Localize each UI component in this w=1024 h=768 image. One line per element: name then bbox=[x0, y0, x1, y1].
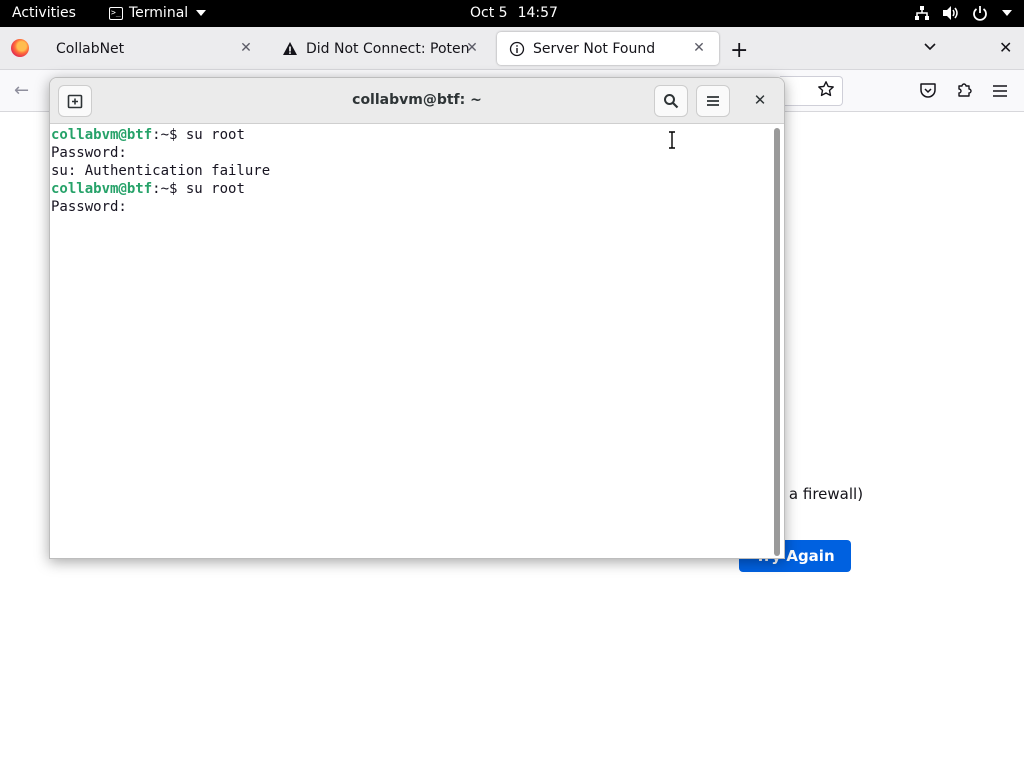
terminal-line: Password: bbox=[51, 144, 774, 162]
activities-button[interactable]: Activities bbox=[12, 5, 76, 21]
line-text: su: Authentication failure bbox=[51, 163, 271, 179]
info-icon bbox=[509, 41, 525, 57]
search-icon bbox=[664, 94, 679, 109]
terminal-scrollbar[interactable] bbox=[774, 128, 780, 556]
terminal-app-icon: >_ bbox=[109, 6, 123, 20]
firefox-logo-icon[interactable] bbox=[11, 39, 29, 57]
tab-did-not-connect[interactable]: Did Not Connect: Potenti ✕ bbox=[270, 32, 492, 65]
terminal-line: su: Authentication failure bbox=[51, 162, 774, 180]
menu-button[interactable] bbox=[696, 85, 730, 117]
extensions-puzzle-icon[interactable] bbox=[956, 81, 974, 103]
clock[interactable]: Oct 5 14:57 bbox=[470, 5, 558, 21]
tab-server-not-found[interactable]: Server Not Found ✕ bbox=[497, 32, 719, 65]
app-menu-label: Terminal bbox=[129, 5, 189, 21]
chevron-down-icon bbox=[924, 43, 936, 51]
chevron-down-icon bbox=[196, 10, 207, 16]
firefox-tab-strip: CollabNet ✕ Did Not Connect: Potenti ✕ S… bbox=[0, 27, 1024, 70]
warning-icon bbox=[282, 41, 298, 57]
tab-title: Server Not Found bbox=[533, 40, 656, 57]
app-menu[interactable]: >_ Terminal bbox=[109, 5, 207, 21]
tab-title: Did Not Connect: Potenti bbox=[306, 40, 469, 57]
terminal-output[interactable]: collabvm@btf:~$ su root Password: su: Auth… bbox=[50, 124, 774, 558]
window-close-button[interactable]: ✕ bbox=[999, 38, 1012, 57]
terminal-line: collabvm@btf:~$ su root bbox=[51, 180, 774, 198]
clock-time: 14:57 bbox=[517, 5, 558, 21]
tab-collabnet[interactable]: CollabNet ✕ bbox=[44, 32, 266, 65]
network-icon bbox=[913, 4, 931, 22]
clock-date: Oct 5 bbox=[470, 5, 508, 21]
power-icon bbox=[971, 4, 989, 22]
pocket-icon[interactable] bbox=[919, 82, 937, 103]
volume-icon bbox=[942, 4, 960, 22]
tab-close-icon[interactable]: ✕ bbox=[236, 38, 256, 58]
tab-close-icon[interactable]: ✕ bbox=[462, 38, 482, 58]
line-text: :~$ su root bbox=[152, 181, 245, 197]
back-arrow-icon[interactable]: ← bbox=[14, 80, 29, 101]
search-button[interactable] bbox=[654, 85, 688, 117]
app-menu-hamburger-icon[interactable] bbox=[992, 83, 1008, 102]
terminal-line: collabvm@btf:~$ su root bbox=[51, 126, 774, 144]
line-text: :~$ su root bbox=[152, 127, 245, 143]
prompt-user: collabvm@btf bbox=[51, 181, 153, 197]
system-tray[interactable] bbox=[913, 4, 1012, 22]
gnome-top-bar: Activities >_ Terminal Oct 5 14:57 bbox=[0, 0, 1024, 27]
prompt-user: collabvm@btf bbox=[51, 127, 153, 143]
new-tab-button[interactable]: + bbox=[730, 38, 748, 63]
line-text: Password: bbox=[51, 145, 127, 161]
terminal-headerbar[interactable]: collabvm@btf: ~ ✕ bbox=[50, 78, 784, 124]
tab-title: CollabNet bbox=[56, 40, 125, 57]
hamburger-menu-icon bbox=[707, 96, 719, 106]
list-all-tabs-button[interactable] bbox=[922, 38, 938, 58]
terminal-line: Password: bbox=[51, 198, 774, 216]
error-page-text-fragment: l a firewall) bbox=[780, 485, 864, 503]
bookmark-star-icon[interactable] bbox=[817, 80, 835, 102]
tab-close-icon[interactable]: ✕ bbox=[689, 38, 709, 58]
text-cursor-icon bbox=[668, 131, 676, 153]
chevron-down-icon bbox=[1002, 10, 1012, 16]
line-text: Password: bbox=[51, 199, 127, 215]
close-button[interactable]: ✕ bbox=[747, 87, 773, 113]
